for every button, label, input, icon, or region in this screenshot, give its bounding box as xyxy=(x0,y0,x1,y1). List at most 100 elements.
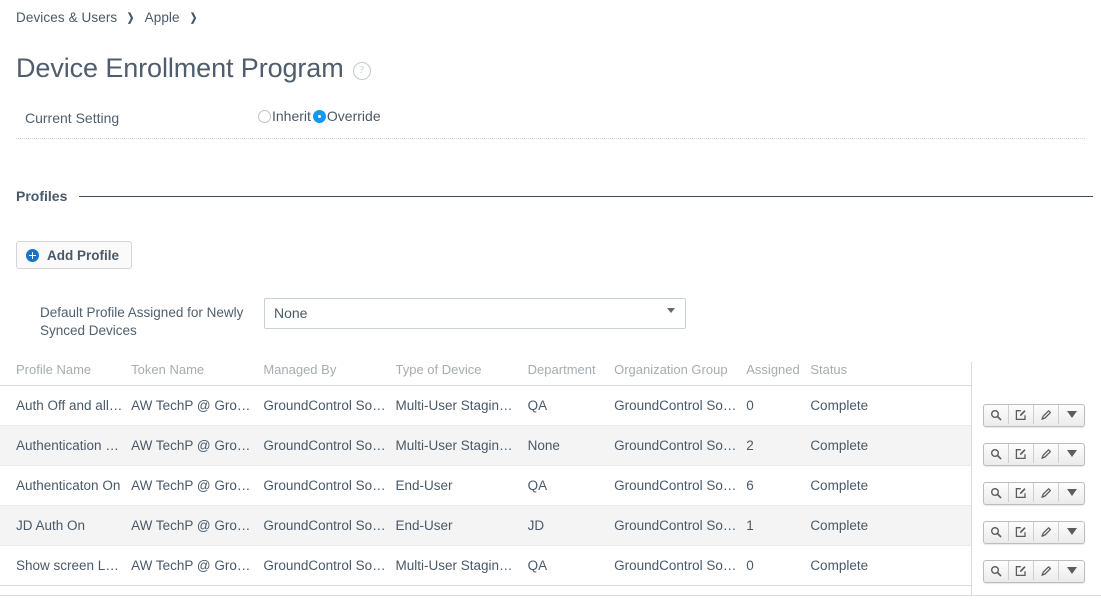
more-actions-button[interactable] xyxy=(1059,405,1084,424)
radio-option-inherit[interactable]: Inherit xyxy=(258,108,313,124)
profiles-table: Profile Name Token Name Managed By Type … xyxy=(0,362,972,586)
cell-token-name: AW TechP @ Grou… xyxy=(131,385,264,426)
cell-organization-group: GroundControl So… xyxy=(614,505,747,546)
column-header-assigned[interactable]: Assigned xyxy=(746,362,811,386)
cell-managed-by: GroundControl So… xyxy=(263,425,396,466)
cell-assigned: 6 xyxy=(746,465,811,506)
edit-box-button[interactable] xyxy=(1009,561,1034,580)
cell-assigned: 1 xyxy=(746,505,811,546)
cell-type-of-device: Multi-User Stagin… xyxy=(395,385,528,426)
table-right-border xyxy=(971,362,972,595)
cell-organization-group: GroundControl So… xyxy=(614,545,747,586)
table-row[interactable]: JD Auth On AW TechP @ Grou… GroundContro… xyxy=(0,505,972,546)
profiles-table-wrapper: Profile Name Token Name Managed By Type … xyxy=(0,362,972,586)
radio-override-label: Override xyxy=(326,108,381,124)
column-header-token-name[interactable]: Token Name xyxy=(131,362,264,386)
cell-department: QA xyxy=(527,465,615,506)
device-enrollment-program-page: Devices & Users ❯ Apple ❯ Device Enrollm… xyxy=(0,0,1101,604)
cell-department: None xyxy=(527,425,615,466)
column-header-status[interactable]: Status xyxy=(810,362,972,386)
cell-status: Complete xyxy=(810,465,972,506)
table-row[interactable]: Auth Off and allo… AW TechP @ Grou… Grou… xyxy=(0,385,972,426)
table-row[interactable]: Authenticaton On AW TechP @ Grou… Ground… xyxy=(0,465,972,506)
radio-inherit-label: Inherit xyxy=(272,108,311,124)
edit-button[interactable] xyxy=(1034,561,1059,580)
cell-type-of-device: End-User xyxy=(395,505,528,546)
row-action-group xyxy=(983,560,1085,583)
cell-department: QA xyxy=(527,545,615,586)
edit-box-button[interactable] xyxy=(1009,522,1034,541)
caret-down-icon xyxy=(1066,489,1077,496)
cell-token-name: AW TechP @ Grou… xyxy=(131,425,264,466)
column-header-managed-by[interactable]: Managed By xyxy=(263,362,396,386)
cell-token-name: AW TechP @ Grou… xyxy=(131,545,264,586)
view-button[interactable] xyxy=(984,444,1009,463)
chevron-down-icon xyxy=(667,308,675,313)
column-header-organization-group[interactable]: Organization Group xyxy=(614,362,747,386)
row-action-group xyxy=(983,521,1085,544)
page-title-row: Device Enrollment Program ? xyxy=(16,33,371,103)
page-bottom-divider xyxy=(0,595,1101,596)
cell-status: Complete xyxy=(810,425,972,466)
caret-down-icon xyxy=(1066,411,1077,418)
default-profile-select[interactable]: None xyxy=(264,298,686,329)
cell-profile-name: Show screen Loca… xyxy=(0,545,132,586)
edit-button[interactable] xyxy=(1034,522,1059,541)
view-button[interactable] xyxy=(984,561,1009,580)
cell-profile-name: Authenticaton On xyxy=(0,465,132,506)
cell-profile-name: Auth Off and allo… xyxy=(0,385,132,426)
current-setting-row: Current Setting Inherit Override xyxy=(16,104,1085,139)
cell-status: Complete xyxy=(810,385,972,426)
column-header-type-of-device[interactable]: Type of Device xyxy=(395,362,528,386)
current-setting-label: Current Setting xyxy=(25,110,120,126)
add-profile-button[interactable]: Add Profile xyxy=(16,241,133,269)
view-button[interactable] xyxy=(984,483,1009,502)
edit-button[interactable] xyxy=(1034,405,1059,424)
add-profile-button-label: Add Profile xyxy=(47,247,120,263)
breadcrumb-separator-icon: ❯ xyxy=(127,12,135,24)
view-button[interactable] xyxy=(984,522,1009,541)
radio-inherit-mark[interactable] xyxy=(258,109,271,123)
column-header-profile-name[interactable]: Profile Name xyxy=(0,362,132,386)
edit-button[interactable] xyxy=(1034,444,1059,463)
cell-department: QA xyxy=(527,385,615,426)
default-profile-field: Default Profile Assigned for Newly Synce… xyxy=(40,298,686,340)
cell-managed-by: GroundControl So… xyxy=(263,385,396,426)
cell-profile-name: JD Auth On xyxy=(0,505,132,546)
cell-type-of-device: Multi-User Stagin… xyxy=(395,545,528,586)
breadcrumb-item-devices-users[interactable]: Devices & Users xyxy=(16,10,117,25)
edit-button[interactable] xyxy=(1034,483,1059,502)
caret-down-icon xyxy=(1066,567,1077,574)
more-actions-button[interactable] xyxy=(1059,522,1084,541)
profiles-table-body: Auth Off and allo… AW TechP @ Grou… Grou… xyxy=(0,385,972,586)
more-actions-button[interactable] xyxy=(1059,483,1084,502)
caret-down-icon xyxy=(1066,528,1077,535)
cell-managed-by: GroundControl So… xyxy=(263,465,396,506)
view-button[interactable] xyxy=(984,405,1009,424)
edit-box-button[interactable] xyxy=(1009,444,1034,463)
default-profile-label: Default Profile Assigned for Newly Synce… xyxy=(40,305,244,338)
help-circle-icon[interactable]: ? xyxy=(352,62,371,81)
radio-override-mark[interactable] xyxy=(312,109,326,123)
radio-option-override[interactable]: Override xyxy=(312,108,383,124)
breadcrumb-separator-icon: ❯ xyxy=(189,12,198,24)
more-actions-button[interactable] xyxy=(1059,444,1084,463)
cell-type-of-device: End-User xyxy=(395,465,528,506)
cell-assigned: 0 xyxy=(746,545,811,586)
breadcrumb: Devices & Users ❯ Apple ❯ xyxy=(16,10,207,25)
edit-box-button[interactable] xyxy=(1009,405,1034,424)
edit-box-button[interactable] xyxy=(1009,483,1034,502)
table-row[interactable]: Authentication OFF AW TechP @ Grou… Grou… xyxy=(0,425,972,466)
row-action-group xyxy=(983,443,1085,466)
page-title: Device Enrollment Program xyxy=(16,53,344,84)
cell-assigned: 0 xyxy=(746,385,811,426)
caret-down-icon xyxy=(1066,450,1077,457)
more-actions-button[interactable] xyxy=(1059,561,1084,580)
cell-token-name: AW TechP @ Grou… xyxy=(131,505,264,546)
breadcrumb-item-apple[interactable]: Apple xyxy=(145,10,180,25)
cell-organization-group: GroundControl So… xyxy=(614,385,747,426)
column-header-department[interactable]: Department xyxy=(527,362,615,386)
cell-profile-name: Authentication OFF xyxy=(0,425,132,466)
table-row[interactable]: Show screen Loca… AW TechP @ Grou… Groun… xyxy=(0,545,972,586)
cell-managed-by: GroundControl So… xyxy=(263,505,396,546)
